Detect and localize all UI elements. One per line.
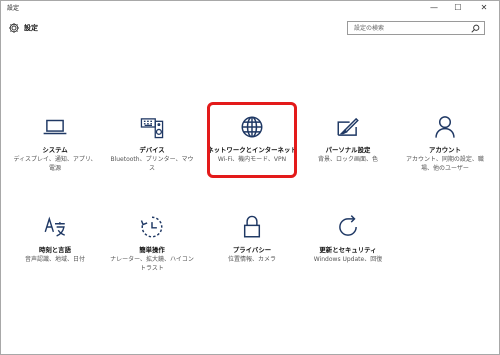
lock-icon (239, 214, 265, 240)
person-icon (432, 114, 458, 140)
refresh-icon (335, 214, 361, 240)
tile-description: アカウント、同期の設定、職場、他のユーザー (406, 156, 484, 172)
window-title: 設定 (7, 5, 20, 12)
tile-description: 位置情報、カメラ (227, 256, 276, 263)
search-input[interactable] (348, 22, 472, 34)
maximize-button[interactable]: ☐ (449, 1, 467, 15)
tile-label: デバイス (139, 146, 165, 154)
tile-description: ディスプレイ、通知、アプリ、電源 (13, 156, 97, 172)
title-bar: 設定 — ☐ ✕ (1, 1, 499, 15)
tile-devices[interactable]: デバイス Bluetooth、プリンター、マウス (106, 108, 198, 178)
tile-update-security[interactable]: 更新とセキュリティ Windows Update、回復 (302, 208, 394, 278)
time-language-icon (42, 214, 68, 240)
search-icon[interactable] (471, 24, 480, 33)
tile-time-language[interactable]: 時刻と言語 音声認識、地域、日付 (9, 208, 101, 278)
tile-description: 背景、ロック画面、色 (317, 156, 378, 163)
tile-description: Bluetooth、プリンター、マウス (110, 156, 194, 172)
tile-label: 更新とセキュリティ (319, 246, 377, 254)
tile-ease-of-access[interactable]: 簡単操作 ナレーター、拡大鏡、ハイコントラスト (106, 208, 198, 278)
tile-label: 簡単操作 (139, 246, 165, 254)
tile-accounts[interactable]: アカウント アカウント、同期の設定、職場、他のユーザー (399, 108, 491, 178)
laptop-icon (42, 114, 68, 140)
tile-label: システム (42, 146, 68, 154)
settings-window: 設定 — ☐ ✕ 設定 システム ディスプレイ、通知、アプリ、電源 (0, 0, 500, 355)
tile-description: Windows Update、回復 (313, 256, 383, 263)
paint-brush-icon (335, 114, 361, 140)
tile-description: 音声認識、地域、日付 (24, 256, 85, 263)
ease-of-access-icon (139, 214, 165, 240)
tile-label: 時刻と言語 (39, 246, 71, 254)
keyboard-speaker-icon (139, 114, 165, 140)
tile-description: ナレーター、拡大鏡、ハイコントラスト (110, 256, 194, 272)
tile-system[interactable]: システム ディスプレイ、通知、アプリ、電源 (9, 108, 101, 178)
close-button[interactable]: ✕ (475, 1, 493, 15)
page-title: 設定 (24, 24, 38, 32)
tile-privacy[interactable]: プライバシー 位置情報、カメラ (206, 208, 298, 278)
tile-personalization[interactable]: パーソナル設定 背景、ロック画面、色 (302, 108, 394, 178)
tile-label: パーソナル設定 (325, 146, 371, 154)
highlight-frame (207, 102, 297, 178)
minimize-button[interactable]: — (425, 1, 443, 15)
tile-label: プライバシー (232, 246, 272, 254)
tile-label: アカウント (429, 146, 461, 154)
search-box[interactable] (347, 21, 485, 35)
gear-icon (9, 23, 19, 33)
